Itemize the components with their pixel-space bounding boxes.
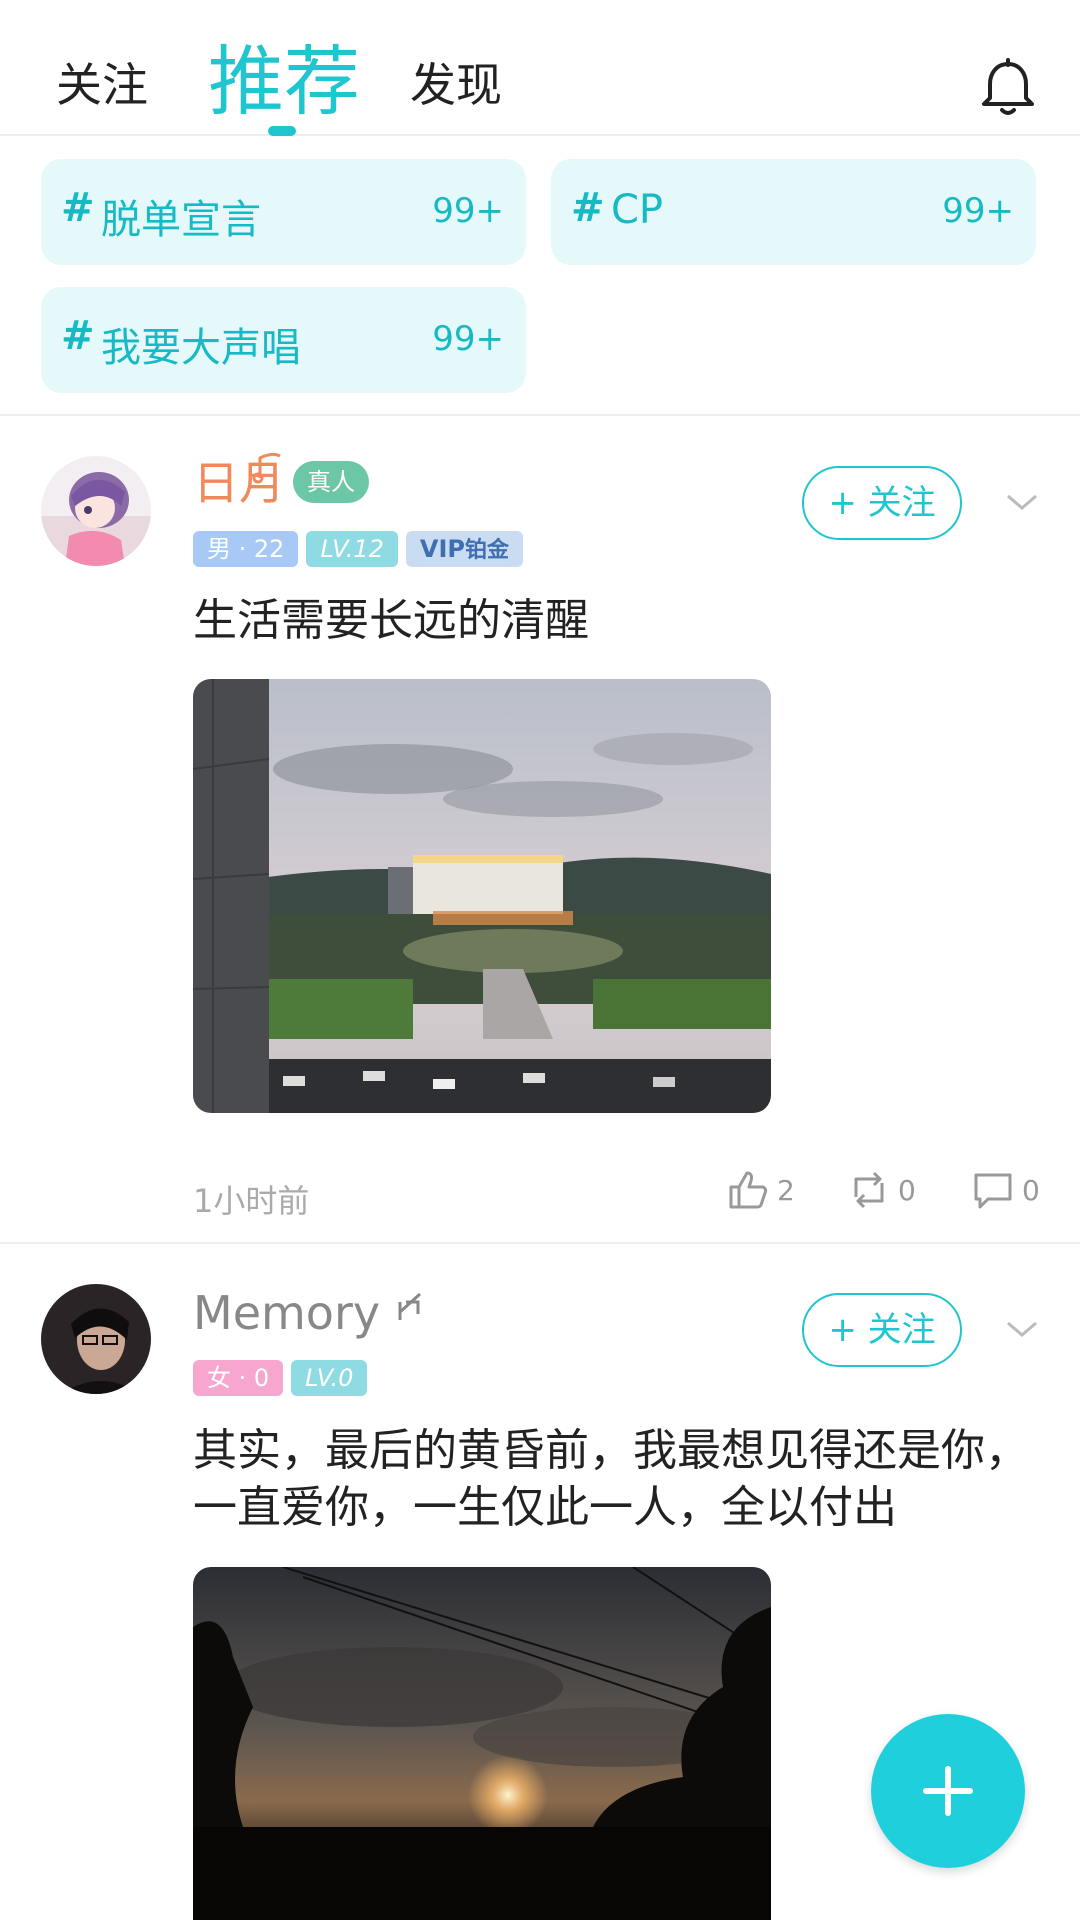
topic-count: 99+	[432, 319, 504, 359]
topic-chip[interactable]: # CP 99+	[551, 159, 1036, 265]
hash-icon: #	[61, 185, 95, 231]
top-nav: 关注 推荐 发现	[0, 0, 1080, 136]
post-image[interactable]	[193, 1567, 771, 1920]
comment-count: 0	[1022, 1173, 1040, 1207]
level-tag: LV.12	[306, 531, 398, 567]
chevron-down-icon[interactable]	[1004, 484, 1040, 520]
follow-button[interactable]: + 关注	[802, 466, 962, 540]
avatar-image	[41, 1284, 151, 1394]
topic-chip[interactable]: # 我要大声唱 99+	[41, 287, 526, 393]
plus-icon	[923, 1766, 973, 1816]
topic-count: 99+	[942, 191, 1014, 231]
post-text: 生活需要长远的清醒	[193, 595, 589, 646]
repost-icon	[854, 1171, 884, 1209]
music-note-icon	[252, 452, 281, 484]
tab-recommend[interactable]: 推荐	[208, 44, 360, 120]
topic-name: CP	[611, 187, 664, 233]
topic-chip[interactable]: # 脱单宣言 99+	[41, 159, 526, 265]
chevron-down-icon[interactable]	[1004, 1311, 1040, 1347]
city-photo	[193, 679, 771, 1113]
repost-button[interactable]: 0	[848, 1168, 916, 1212]
vip-tier: 铂金	[465, 538, 510, 563]
follow-button[interactable]: + 关注	[802, 1293, 962, 1367]
hash-icon: #	[61, 313, 95, 359]
tab-active-indicator	[268, 126, 296, 136]
post-text: 其实，最后的黄昏前，我最想见得还是你，一直爱你，一生仅此一人，全以付出	[193, 1425, 1029, 1533]
comment-icon	[974, 1173, 1012, 1209]
vip-tag: VIP铂金	[405, 531, 524, 567]
vip-label: VIP	[419, 535, 465, 563]
hash-icon: #	[571, 185, 605, 231]
topic-name: 我要大声唱	[101, 325, 301, 371]
avatar[interactable]	[41, 1284, 151, 1394]
comment-button[interactable]: 0	[972, 1168, 1040, 1212]
section-divider	[0, 1242, 1080, 1244]
gender-age-tag: 女 · 0	[193, 1360, 284, 1396]
post-time: 1小时前	[193, 1182, 310, 1220]
avatar[interactable]	[41, 456, 151, 566]
tab-follow[interactable]: 关注	[56, 62, 148, 108]
level-tag: LV.0	[291, 1360, 368, 1396]
section-divider	[0, 414, 1080, 416]
gender-age-tag: 男 · 22	[193, 531, 299, 567]
like-button[interactable]: 2	[727, 1168, 795, 1212]
sunset-photo	[193, 1567, 771, 1920]
bell-icon[interactable]	[976, 56, 1040, 120]
avatar-image	[41, 456, 151, 566]
post-image[interactable]	[193, 679, 771, 1113]
topic-name: 脱单宣言	[101, 197, 261, 243]
tab-discover[interactable]: 发现	[410, 62, 502, 108]
music-note-icon	[398, 1292, 422, 1320]
like-count: 2	[777, 1173, 795, 1207]
create-post-button[interactable]	[871, 1714, 1025, 1868]
thumbs-up-icon	[729, 1171, 768, 1209]
real-person-badge: 真人	[293, 461, 369, 503]
repost-count: 0	[898, 1173, 916, 1207]
user-tags: 女 · 0 LV.0	[193, 1360, 368, 1396]
username[interactable]: Memory	[193, 1290, 380, 1336]
user-tags: 男 · 22 LV.12 VIP铂金	[193, 531, 524, 567]
topic-count: 99+	[432, 191, 504, 231]
